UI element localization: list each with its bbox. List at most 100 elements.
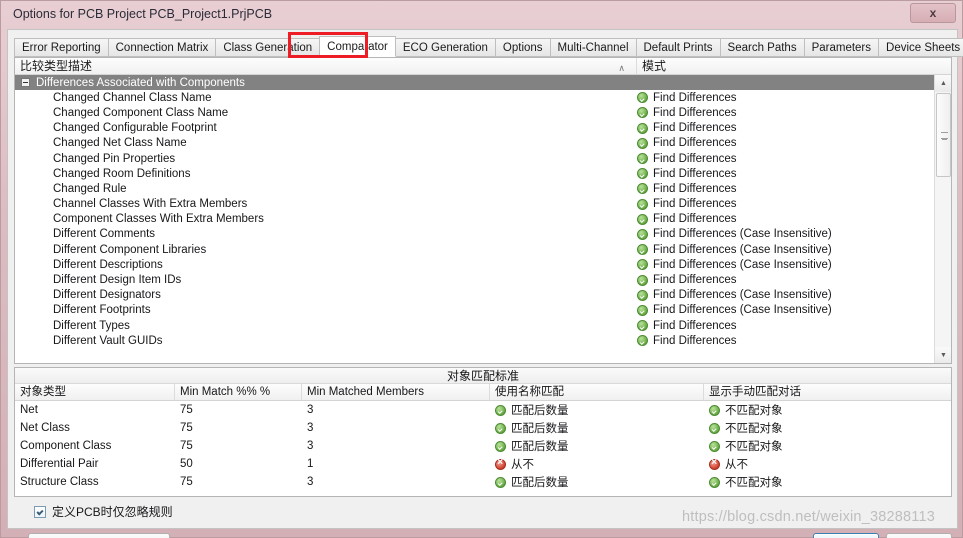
match-cell-min-match-percent[interactable]: 75 — [175, 422, 302, 434]
cancel-button[interactable]: 取消 — [886, 533, 952, 538]
checkbox-box[interactable] — [34, 506, 46, 518]
collapse-icon[interactable] — [21, 78, 30, 87]
match-cell-min-match-percent[interactable]: 75 — [175, 476, 302, 488]
tab-multi-channel[interactable]: Multi-Channel — [550, 38, 637, 57]
tree-row[interactable]: Different Component LibrariesFind Differ… — [15, 242, 934, 257]
ok-button[interactable]: 确定 — [813, 533, 879, 538]
match-cell-match-by-name[interactable]: 匹配后数量 — [490, 420, 704, 436]
ignore-rules-checkbox[interactable]: 定义PCB时仅忽略规则 — [34, 503, 173, 520]
check-circle-icon — [709, 423, 720, 434]
check-circle-icon — [637, 92, 648, 103]
tab-default-prints[interactable]: Default Prints — [636, 38, 721, 57]
match-cell-min-matched-members[interactable]: 3 — [302, 440, 490, 452]
tree-row-mode[interactable]: Find Differences (Case Insensitive) — [637, 244, 934, 256]
tree-row-mode[interactable]: Find Differences — [637, 335, 934, 347]
tree-row[interactable]: Different FootprintsFind Differences (Ca… — [15, 303, 934, 318]
tab-connection-matrix[interactable]: Connection Matrix — [108, 38, 217, 57]
match-table-row[interactable]: Net Class753匹配后数量不匹配对象 — [15, 419, 951, 437]
tree-row-description: Different Vault GUIDs — [15, 335, 637, 347]
tree-row[interactable]: Changed Channel Class NameFind Differenc… — [15, 90, 934, 105]
check-circle-icon — [637, 199, 648, 210]
match-column-header-3[interactable]: 使用名称匹配 — [490, 384, 704, 400]
match-table-row[interactable]: Component Class753匹配后数量不匹配对象 — [15, 437, 951, 455]
close-icon[interactable]: x — [910, 3, 956, 23]
tab-search-paths[interactable]: Search Paths — [720, 38, 805, 57]
match-cell-min-matched-members[interactable]: 3 — [302, 404, 490, 416]
tree-row[interactable]: Changed Room DefinitionsFind Differences — [15, 166, 934, 181]
tree-row[interactable]: Changed RuleFind Differences — [15, 181, 934, 196]
scroll-down-icon[interactable]: ▼ — [935, 347, 952, 364]
tree-row-label: Changed Component Class Name — [53, 107, 228, 119]
tree-row[interactable]: Different TypesFind Differences — [15, 318, 934, 333]
tab-options[interactable]: Options — [495, 38, 551, 57]
match-cell-show-manual-match-dialog[interactable]: 不匹配对象 — [704, 474, 951, 490]
match-cell-object-type[interactable]: Differential Pair — [15, 458, 175, 470]
tab-eco-generation[interactable]: ECO Generation — [395, 38, 496, 57]
tree-row-mode[interactable]: Find Differences — [637, 137, 934, 149]
tree-row[interactable]: Different DesignatorsFind Differences (C… — [15, 288, 934, 303]
tree-row-mode[interactable]: Find Differences — [637, 198, 934, 210]
match-cell-min-matched-members[interactable]: 3 — [302, 476, 490, 488]
tree-group-row[interactable]: Differences Associated with Components — [15, 75, 934, 90]
match-cell-min-match-percent[interactable]: 75 — [175, 404, 302, 416]
match-cell-object-type[interactable]: Structure Class — [15, 476, 175, 488]
match-column-header-0[interactable]: 对象类型 — [15, 384, 175, 400]
match-cell-min-matched-members[interactable]: 3 — [302, 422, 490, 434]
tab-error-reporting[interactable]: Error Reporting — [14, 38, 109, 57]
tree-row-mode[interactable]: Find Differences — [637, 320, 934, 332]
match-cell-show-manual-match-dialog[interactable]: 不匹配对象 — [704, 402, 951, 418]
match-cell-min-matched-members[interactable]: 1 — [302, 458, 490, 470]
match-column-header-1[interactable]: Min Match %% % — [175, 384, 302, 400]
comparison-type-tree[interactable]: 比较类型描述 ∧ 模式 Differences Associated with … — [14, 57, 952, 364]
scroll-up-icon[interactable]: ▲ — [935, 75, 952, 92]
tree-row[interactable]: Different DescriptionsFind Differences (… — [15, 257, 934, 272]
tree-row[interactable]: Component Classes With Extra MembersFind… — [15, 212, 934, 227]
column-header-mode[interactable]: 模式 — [637, 58, 929, 74]
tree-row[interactable]: Different CommentsFind Differences (Case… — [15, 227, 934, 242]
match-table-row[interactable]: Net753匹配后数量不匹配对象 — [15, 401, 951, 419]
match-cell-show-manual-match-dialog[interactable]: 不匹配对象 — [704, 420, 951, 436]
match-cell-object-type[interactable]: Net Class — [15, 422, 175, 434]
tree-row-mode[interactable]: Find Differences — [637, 183, 934, 195]
match-column-header-2[interactable]: Min Matched Members — [302, 384, 490, 400]
match-cell-object-type[interactable]: Component Class — [15, 440, 175, 452]
column-header-description[interactable]: 比较类型描述 ∧ — [15, 58, 637, 74]
match-cell-min-match-percent[interactable]: 50 — [175, 458, 302, 470]
tree-row-mode[interactable]: Find Differences — [637, 153, 934, 165]
tab-parameters[interactable]: Parameters — [804, 38, 879, 57]
tree-row-mode[interactable]: Find Differences (Case Insensitive) — [637, 259, 934, 271]
match-cell-match-by-name[interactable]: 匹配后数量 — [490, 474, 704, 490]
tree-row[interactable]: Different Vault GUIDsFind Differences — [15, 333, 934, 348]
match-cell-object-type[interactable]: Net — [15, 404, 175, 416]
tab-class-generation[interactable]: Class Generation — [215, 38, 320, 57]
match-cell-match-by-name[interactable]: 匹配后数量 — [490, 438, 704, 454]
match-cell-match-by-name[interactable]: 匹配后数量 — [490, 402, 704, 418]
tree-row-mode[interactable]: Find Differences — [637, 168, 934, 180]
tree-row-mode[interactable]: Find Differences (Case Insensitive) — [637, 289, 934, 301]
match-table-row[interactable]: Structure Class753匹配后数量不匹配对象 — [15, 473, 951, 491]
match-cell-match-by-name[interactable]: 从不 — [490, 456, 704, 472]
match-cell-show-manual-match-dialog[interactable]: 不匹配对象 — [704, 438, 951, 454]
tree-row[interactable]: Different Design Item IDsFind Difference… — [15, 272, 934, 287]
match-column-header-4[interactable]: 显示手动匹配对话 — [704, 384, 951, 400]
tab-comparator[interactable]: Comparator — [319, 36, 396, 57]
tree-row-mode[interactable]: Find Differences — [637, 122, 934, 134]
tree-row[interactable]: Changed Net Class NameFind Differences — [15, 136, 934, 151]
tree-row-mode[interactable]: Find Differences — [637, 107, 934, 119]
match-cell-min-match-percent[interactable]: 75 — [175, 440, 302, 452]
match-cell-show-manual-match-dialog[interactable]: 从不 — [704, 456, 951, 472]
tree-scrollbar[interactable]: ▲ ▼ — [934, 75, 951, 364]
tree-row-mode[interactable]: Find Differences — [637, 213, 934, 225]
scrollbar-thumb[interactable] — [936, 93, 951, 177]
match-table-row[interactable]: Differential Pair501从不从不 — [15, 455, 951, 473]
tree-row[interactable]: Changed Component Class Name Find Differe… — [15, 105, 934, 120]
tree-row[interactable]: Channel Classes With Extra MembersFind D… — [15, 197, 934, 212]
set-as-install-default-button[interactable]: 设置成安装缺省(D) (D) — [28, 533, 170, 538]
tree-row[interactable]: Changed Pin PropertiesFind Differences — [15, 151, 934, 166]
tree-row[interactable]: Changed Configurable FootprintFind Diffe… — [15, 121, 934, 136]
tab-device-sheets[interactable]: Device Sheets — [878, 38, 963, 57]
tree-row-mode[interactable]: Find Differences — [637, 92, 934, 104]
tree-row-mode[interactable]: Find Differences — [637, 274, 934, 286]
tree-row-mode[interactable]: Find Differences (Case Insensitive) — [637, 304, 934, 316]
tree-row-mode[interactable]: Find Differences (Case Insensitive) — [637, 228, 934, 240]
